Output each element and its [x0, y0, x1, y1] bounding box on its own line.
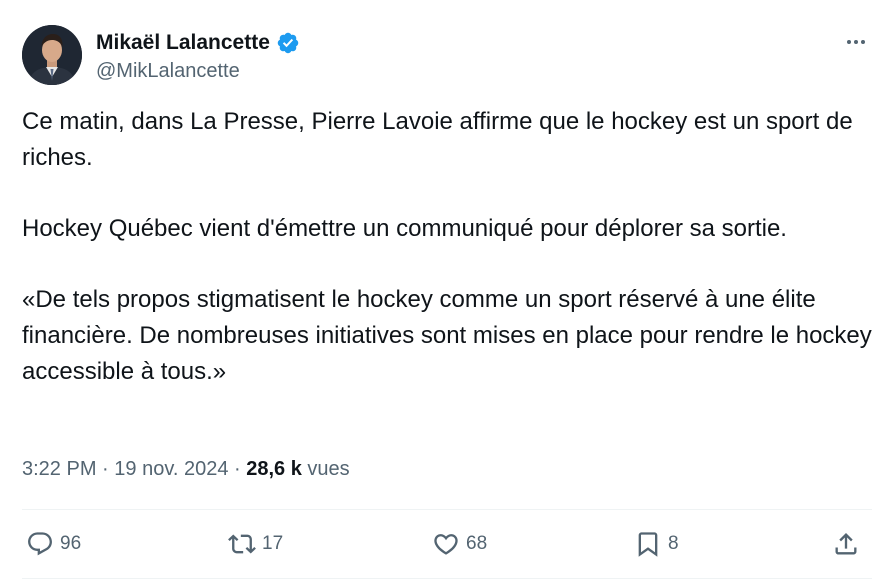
- like-count: 68: [466, 533, 488, 554]
- tweet-paragraph: «De tels propos stigmatisent le hockey c…: [22, 286, 872, 385]
- share-icon: [835, 533, 857, 555]
- tweet-time[interactable]: 3:22 PM: [22, 458, 96, 480]
- author-handle[interactable]: @MikLalancette: [96, 58, 240, 84]
- verified-badge-icon[interactable]: [276, 31, 300, 55]
- tweet-text: Ce matin, dans La Presse, Pierre Lavoie …: [22, 104, 872, 390]
- action-bar: 96 17 68 8: [22, 526, 872, 562]
- reply-button[interactable]: 96: [26, 526, 81, 562]
- reply-icon: [28, 532, 52, 556]
- tweet: Mikaël Lalancette @MikLalancette Ce mati…: [0, 0, 892, 582]
- bookmark-icon: [638, 532, 658, 557]
- more-options-button[interactable]: [836, 30, 876, 54]
- divider: [22, 509, 872, 510]
- display-name[interactable]: Mikaël Lalancette: [96, 30, 270, 56]
- heart-icon: [434, 534, 458, 555]
- meta-separator: ·: [102, 458, 109, 480]
- repost-button[interactable]: 17: [228, 526, 283, 562]
- divider: [22, 578, 872, 579]
- tweet-meta: 3:22 PM · 19 nov. 2024 · 28,6 k vues: [22, 455, 350, 483]
- like-button[interactable]: 68: [432, 526, 487, 562]
- bookmark-count: 8: [668, 533, 679, 554]
- views-count: 28,6 k: [246, 458, 302, 480]
- views-label: vues: [307, 458, 350, 480]
- retweet-icon: [228, 534, 256, 554]
- tweet-paragraph: Hockey Québec vient d'émettre un communi…: [22, 215, 787, 242]
- tweet-paragraph: Ce matin, dans La Presse, Pierre Lavoie …: [22, 108, 853, 171]
- meta-separator: ·: [234, 458, 241, 480]
- avatar[interactable]: [22, 25, 82, 85]
- bookmark-button[interactable]: 8: [634, 526, 679, 562]
- author-name-row[interactable]: Mikaël Lalancette: [96, 30, 300, 56]
- more-horizontal-icon: [847, 40, 865, 44]
- repost-count: 17: [262, 533, 284, 554]
- reply-count: 96: [60, 533, 82, 554]
- tweet-date[interactable]: 19 nov. 2024: [114, 458, 228, 480]
- share-button[interactable]: [832, 526, 860, 562]
